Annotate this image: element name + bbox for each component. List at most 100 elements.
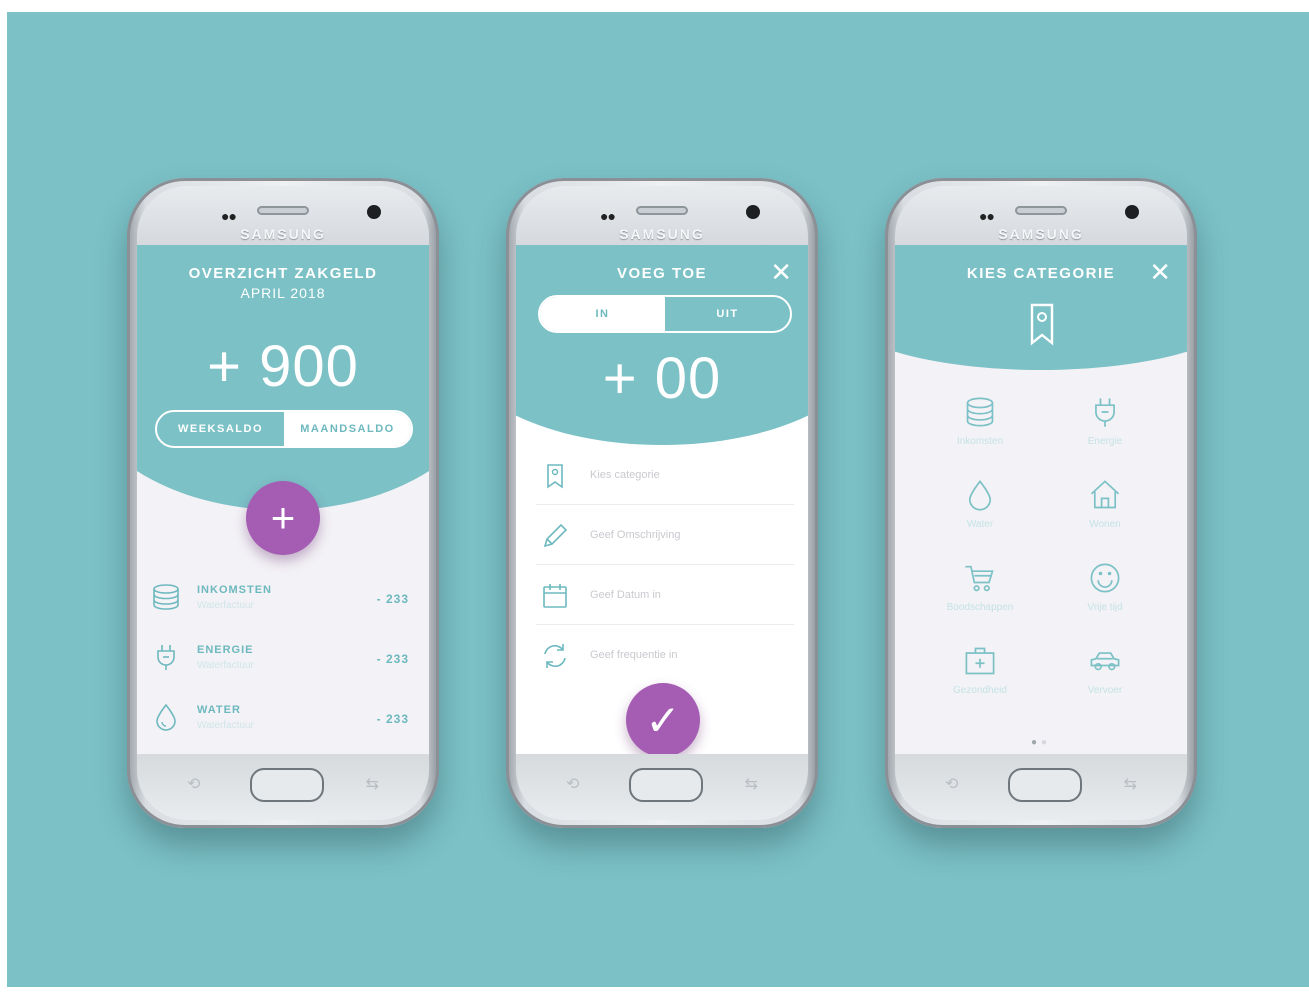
recent-key-icon: ⇆ bbox=[744, 776, 758, 793]
home-button[interactable] bbox=[629, 768, 703, 802]
back-key-icon: ⟲ bbox=[566, 776, 580, 793]
page-subtitle: APRIL 2018 bbox=[240, 285, 326, 301]
home-button[interactable] bbox=[1008, 768, 1082, 802]
page-title: OVERZICHT ZAKGELD bbox=[188, 265, 378, 282]
plug-icon bbox=[1095, 398, 1115, 427]
recent-key-icon: ⇆ bbox=[1123, 776, 1137, 793]
first-aid-icon bbox=[965, 647, 995, 675]
back-key-icon: ⟲ bbox=[945, 776, 959, 793]
category-label: Vervoer bbox=[1087, 685, 1123, 696]
item-description: Waterfactuur bbox=[197, 720, 254, 731]
recent-key-icon: ⇆ bbox=[365, 776, 379, 793]
phone-bottom-bezel: ⟲ ⇆ bbox=[516, 754, 808, 820]
phone-overview: ●● SAMSUNG OVERZICHT ZAKGELD APRIL 2018 … bbox=[127, 178, 439, 828]
sensor-dots: ●● bbox=[979, 208, 995, 224]
tag-icon bbox=[1030, 303, 1054, 346]
phone-top-bezel: ●● SAMSUNG bbox=[516, 186, 808, 246]
item-amount: - 233 bbox=[376, 712, 409, 726]
sensor-dots: ●● bbox=[600, 208, 616, 224]
item-name: INKOMSTEN bbox=[197, 584, 272, 596]
toggle-uit[interactable]: UIT bbox=[665, 297, 790, 331]
brand-logo: SAMSUNG bbox=[619, 226, 705, 242]
close-icon[interactable]: ✕ bbox=[770, 259, 792, 285]
category-vrije-tijd[interactable]: Vrije tijd bbox=[1050, 561, 1160, 631]
earpiece-speaker bbox=[636, 206, 688, 215]
pencil-icon bbox=[543, 523, 568, 548]
plus-icon: + bbox=[270, 494, 296, 541]
toggle-weeksaldo[interactable]: WEEKSALDO bbox=[157, 412, 284, 446]
description-field[interactable]: Geef Omschrijving bbox=[536, 507, 794, 565]
pager-dot: ● bbox=[1041, 737, 1052, 748]
category-label: Gezondheid bbox=[953, 685, 1007, 696]
drop-icon bbox=[156, 703, 176, 731]
phone-top-bezel: ●● SAMSUNG bbox=[895, 186, 1187, 246]
check-icon: ✓ bbox=[645, 696, 681, 744]
list-item[interactable]: ENERGIE Waterfactuur - 233 bbox=[151, 638, 415, 688]
sensor-dots: ●● bbox=[221, 208, 237, 224]
front-camera bbox=[367, 205, 381, 219]
balance-amount: + 900 bbox=[207, 334, 359, 399]
phone-category: ●● SAMSUNG KIES CATEGORIE ✕ Inkomsten En… bbox=[885, 178, 1197, 828]
database-icon bbox=[153, 584, 179, 610]
back-key-icon: ⟲ bbox=[187, 776, 201, 793]
item-amount: - 233 bbox=[376, 592, 409, 606]
category-gezondheid[interactable]: Gezondheid bbox=[925, 644, 1035, 714]
category-field[interactable]: Kies categorie bbox=[536, 447, 794, 505]
car-icon bbox=[1090, 652, 1120, 671]
screen-add: VOEG TOE ✕ IN UIT + 00 Kies categorie Ge… bbox=[516, 245, 808, 765]
item-description: Waterfactuur bbox=[197, 600, 254, 611]
period-toggle: WEEKSALDO MAANDSALDO bbox=[155, 410, 413, 448]
screen-category: KIES CATEGORIE ✕ Inkomsten Energie Water… bbox=[895, 245, 1187, 765]
smiley-icon bbox=[1090, 563, 1120, 593]
item-description: Waterfactuur bbox=[197, 660, 254, 671]
earpiece-speaker bbox=[257, 206, 309, 215]
category-label: Water bbox=[966, 519, 994, 530]
confirm-button[interactable]: ✓ bbox=[626, 683, 700, 757]
brand-logo: SAMSUNG bbox=[240, 226, 326, 242]
brand-logo: SAMSUNG bbox=[998, 226, 1084, 242]
category-wonen[interactable]: Wonen bbox=[1050, 478, 1160, 548]
category-vervoer[interactable]: Vervoer bbox=[1050, 644, 1160, 714]
plug-icon bbox=[157, 645, 175, 670]
item-name: WATER bbox=[197, 704, 241, 716]
category-inkomsten[interactable]: Inkomsten bbox=[925, 395, 1035, 465]
refresh-icon bbox=[544, 644, 566, 668]
database-icon bbox=[966, 397, 994, 427]
field-label: Kies categorie bbox=[590, 469, 660, 481]
category-label: Boodschappen bbox=[946, 602, 1014, 613]
calendar-icon bbox=[543, 584, 567, 608]
list-item[interactable]: INKOMSTEN Waterfactuur - 233 bbox=[151, 578, 415, 628]
frequency-field[interactable]: Geef frequentie in bbox=[536, 627, 794, 685]
screen-overview: OVERZICHT ZAKGELD APRIL 2018 + 900 WEEKS… bbox=[137, 245, 429, 765]
page-title: VOEG TOE bbox=[616, 265, 708, 282]
item-amount: - 233 bbox=[376, 652, 409, 666]
field-label: Geef Datum in bbox=[590, 589, 661, 601]
home-button[interactable] bbox=[250, 768, 324, 802]
phone-bottom-bezel: ⟲ ⇆ bbox=[137, 754, 429, 820]
category-water[interactable]: Water bbox=[925, 478, 1035, 548]
phone-add: ●● SAMSUNG VOEG TOE ✕ IN UIT + 00 Kies c… bbox=[506, 178, 818, 828]
phone-top-bezel: ●● SAMSUNG bbox=[137, 186, 429, 246]
category-label: Wonen bbox=[1089, 519, 1121, 530]
category-label: Energie bbox=[1087, 436, 1123, 447]
drop-icon bbox=[968, 480, 992, 511]
cart-icon bbox=[965, 565, 994, 592]
list-item[interactable]: WATER Waterfactuur - 233 bbox=[151, 698, 415, 748]
front-camera bbox=[1125, 205, 1139, 219]
category-energie[interactable]: Energie bbox=[1050, 395, 1160, 465]
date-field[interactable]: Geef Datum in bbox=[536, 567, 794, 625]
field-label: Geef frequentie in bbox=[590, 649, 678, 661]
toggle-maandsaldo[interactable]: MAANDSALDO bbox=[284, 412, 411, 446]
field-label: Geef Omschrijving bbox=[590, 529, 681, 541]
phone-bottom-bezel: ⟲ ⇆ bbox=[895, 754, 1187, 820]
tag-icon bbox=[547, 464, 563, 489]
house-icon bbox=[1090, 480, 1120, 509]
category-boodschappen[interactable]: Boodschappen bbox=[925, 561, 1035, 631]
page-title: KIES CATEGORIE bbox=[966, 265, 1116, 282]
page-indicator[interactable]: ●● bbox=[895, 737, 1187, 748]
earpiece-speaker bbox=[1015, 206, 1067, 215]
pager-dot-active: ● bbox=[1030, 737, 1041, 748]
add-button[interactable]: + bbox=[246, 481, 320, 555]
toggle-in[interactable]: IN bbox=[540, 297, 665, 331]
close-icon[interactable]: ✕ bbox=[1149, 259, 1171, 285]
